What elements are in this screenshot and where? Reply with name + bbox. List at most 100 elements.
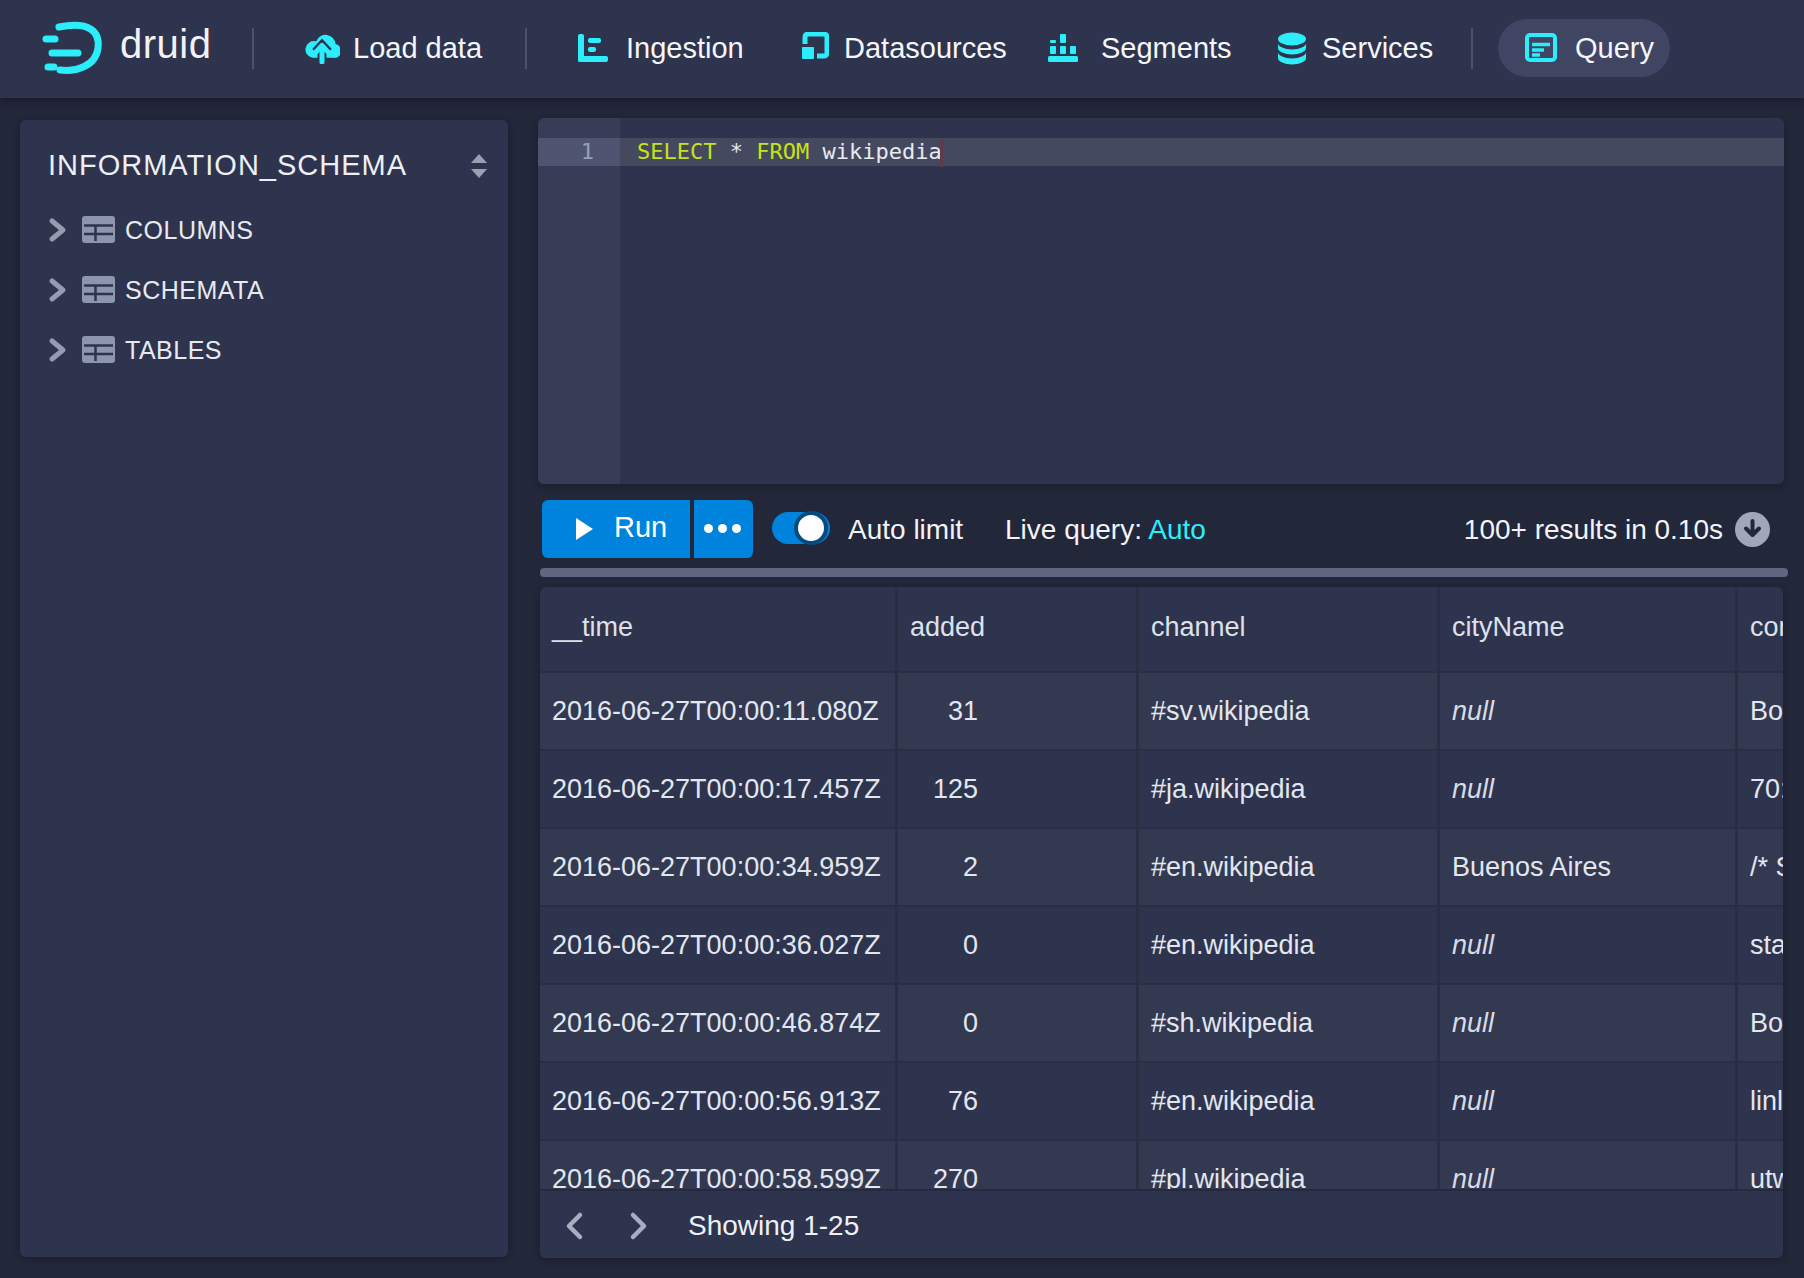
- cell-added: 0: [898, 985, 1139, 1061]
- cell-added: 76: [898, 1063, 1139, 1139]
- chevron-right-icon[interactable]: [44, 275, 70, 309]
- nav-item-ingestion[interactable]: Ingestion: [626, 30, 744, 67]
- table-row: 2016-06-27T00:00:17.457Z125#ja.wikipedia…: [540, 749, 1783, 827]
- table-row: 2016-06-27T00:00:36.027Z0#en.wikipedianu…: [540, 905, 1783, 983]
- showing-range-label: Showing 1-25: [688, 1207, 859, 1245]
- cell-channel: #ja.wikipedia: [1139, 751, 1440, 827]
- sql-token-plain: wikipedia: [809, 139, 941, 164]
- load-data-icon: [304, 32, 340, 68]
- nav-item-load-data[interactable]: Load data: [353, 30, 482, 67]
- text-cursor: [940, 139, 943, 167]
- cell-comment: stat: [1738, 907, 1783, 983]
- cell-comment: linl: [1738, 1063, 1783, 1139]
- cell-cityName: null: [1440, 985, 1738, 1061]
- nav-item-services[interactable]: Services: [1322, 30, 1433, 67]
- cell-channel: #sh.wikipedia: [1139, 985, 1440, 1061]
- cell-cityName: null: [1440, 751, 1738, 827]
- query-status-text: 100+ results in 0.10s: [1380, 511, 1723, 548]
- cell-channel: #en.wikipedia: [1139, 907, 1440, 983]
- column-header-channel[interactable]: channel: [1139, 587, 1440, 671]
- results-table: __timeaddedchannelcityNamecomment2016-06…: [540, 587, 1783, 1258]
- line-number: 1: [538, 138, 594, 166]
- play-icon: [576, 518, 593, 540]
- tree-item-label: SCHEMATA: [125, 272, 264, 308]
- cell-channel: #en.wikipedia: [1139, 829, 1440, 905]
- sql-token-plain: *: [716, 139, 756, 164]
- nav-item-query[interactable]: Query: [1498, 19, 1670, 77]
- table-row: 2016-06-27T00:00:56.913Z76#en.wikipedian…: [540, 1061, 1783, 1139]
- sql-token-keyword: FROM: [756, 139, 809, 164]
- chevron-right-icon[interactable]: [44, 215, 70, 249]
- column-header-added[interactable]: added: [898, 587, 1139, 671]
- cell-added: 0: [898, 907, 1139, 983]
- services-icon: [1276, 32, 1308, 70]
- table-header-row: __timeaddedchannelcityNamecomment: [540, 587, 1783, 671]
- column-header-time[interactable]: __time: [540, 587, 898, 671]
- cell-comment: Bot: [1738, 985, 1783, 1061]
- cell-added: 125: [898, 751, 1139, 827]
- tree-item-label: TABLES: [125, 332, 222, 368]
- table-row: 2016-06-27T00:00:34.959Z2#en.wikipediaBu…: [540, 827, 1783, 905]
- next-page-button[interactable]: [623, 1208, 663, 1244]
- nav-divider: [252, 28, 254, 69]
- live-query-value[interactable]: Auto: [1148, 514, 1206, 545]
- editor-gutter: [538, 118, 620, 484]
- nav-item-segments[interactable]: Segments: [1101, 30, 1232, 67]
- cell-added: 2: [898, 829, 1139, 905]
- cell-__time: 2016-06-27T00:00:56.913Z: [540, 1063, 898, 1139]
- top-nav: druid Load data Ingestion Datasources Segme…: [0, 0, 1804, 98]
- prev-page-button[interactable]: [560, 1208, 600, 1244]
- schema-selector[interactable]: INFORMATION_SCHEMA: [28, 140, 460, 190]
- query-icon: [1525, 33, 1557, 66]
- cell-cityName: null: [1440, 907, 1738, 983]
- double-caret-icon[interactable]: [464, 152, 494, 184]
- cell-__time: 2016-06-27T00:00:17.457Z: [540, 751, 898, 827]
- tree-item-tables[interactable]: TABLES: [28, 326, 468, 374]
- nav-item-datasources[interactable]: Datasources: [844, 30, 1007, 67]
- live-query-control[interactable]: Live query: Auto: [1005, 511, 1206, 548]
- more-dot: [732, 524, 741, 533]
- table-row: 2016-06-27T00:00:46.874Z0#sh.wikipedianu…: [540, 983, 1783, 1061]
- nav-divider-load: [525, 28, 527, 69]
- auto-limit-toggle-knob: [794, 511, 828, 545]
- more-dot: [718, 524, 727, 533]
- cell-channel: #en.wikipedia: [1139, 1063, 1440, 1139]
- segments-icon: [1046, 32, 1080, 68]
- horizontal-scrollbar[interactable]: [540, 568, 1788, 577]
- cell-channel: #sv.wikipedia: [1139, 673, 1440, 749]
- download-results-icon[interactable]: [1735, 512, 1770, 547]
- cell-__time: 2016-06-27T00:00:46.874Z: [540, 985, 898, 1061]
- druid-logo-icon: [40, 18, 106, 84]
- cell-__time: 2016-06-27T00:00:36.027Z: [540, 907, 898, 983]
- sql-token-keyword: SELECT: [637, 139, 716, 164]
- auto-limit-label: Auto limit: [848, 511, 963, 548]
- table-icon: [82, 336, 115, 367]
- live-query-label: Live query:: [1005, 514, 1142, 545]
- column-header-comment[interactable]: comment: [1738, 587, 1783, 671]
- sql-text: SELECT * FROM wikipedia: [637, 138, 942, 166]
- more-dot: [704, 524, 713, 533]
- ingestion-icon: [577, 32, 611, 68]
- tree-item-columns[interactable]: COLUMNS: [28, 206, 468, 254]
- nav-divider-2: [1471, 28, 1473, 69]
- cell-comment: Bot: [1738, 673, 1783, 749]
- sql-editor[interactable]: 1 SELECT * FROM wikipedia: [538, 118, 1784, 484]
- chevron-right-icon[interactable]: [44, 335, 70, 369]
- tree-item-label: COLUMNS: [125, 212, 254, 248]
- cell-comment: 70:2: [1738, 751, 1783, 827]
- table-icon: [82, 276, 115, 307]
- run-button-label: Run: [614, 511, 667, 544]
- tree-item-schemata[interactable]: SCHEMATA: [28, 266, 468, 314]
- brand-name: druid: [120, 22, 211, 67]
- cell-__time: 2016-06-27T00:00:11.080Z: [540, 673, 898, 749]
- cell-cityName: Buenos Aires: [1440, 829, 1738, 905]
- nav-item-query-label: Query: [1575, 30, 1654, 67]
- cell-cityName: null: [1440, 673, 1738, 749]
- cell-cityName: null: [1440, 1063, 1738, 1139]
- cell-added: 31: [898, 673, 1139, 749]
- cell-__time: 2016-06-27T00:00:34.959Z: [540, 829, 898, 905]
- cell-comment: /* Se: [1738, 829, 1783, 905]
- results-footer: Showing 1-25: [540, 1189, 1783, 1258]
- column-header-cityName[interactable]: cityName: [1440, 587, 1738, 671]
- datasources-icon: [795, 32, 829, 68]
